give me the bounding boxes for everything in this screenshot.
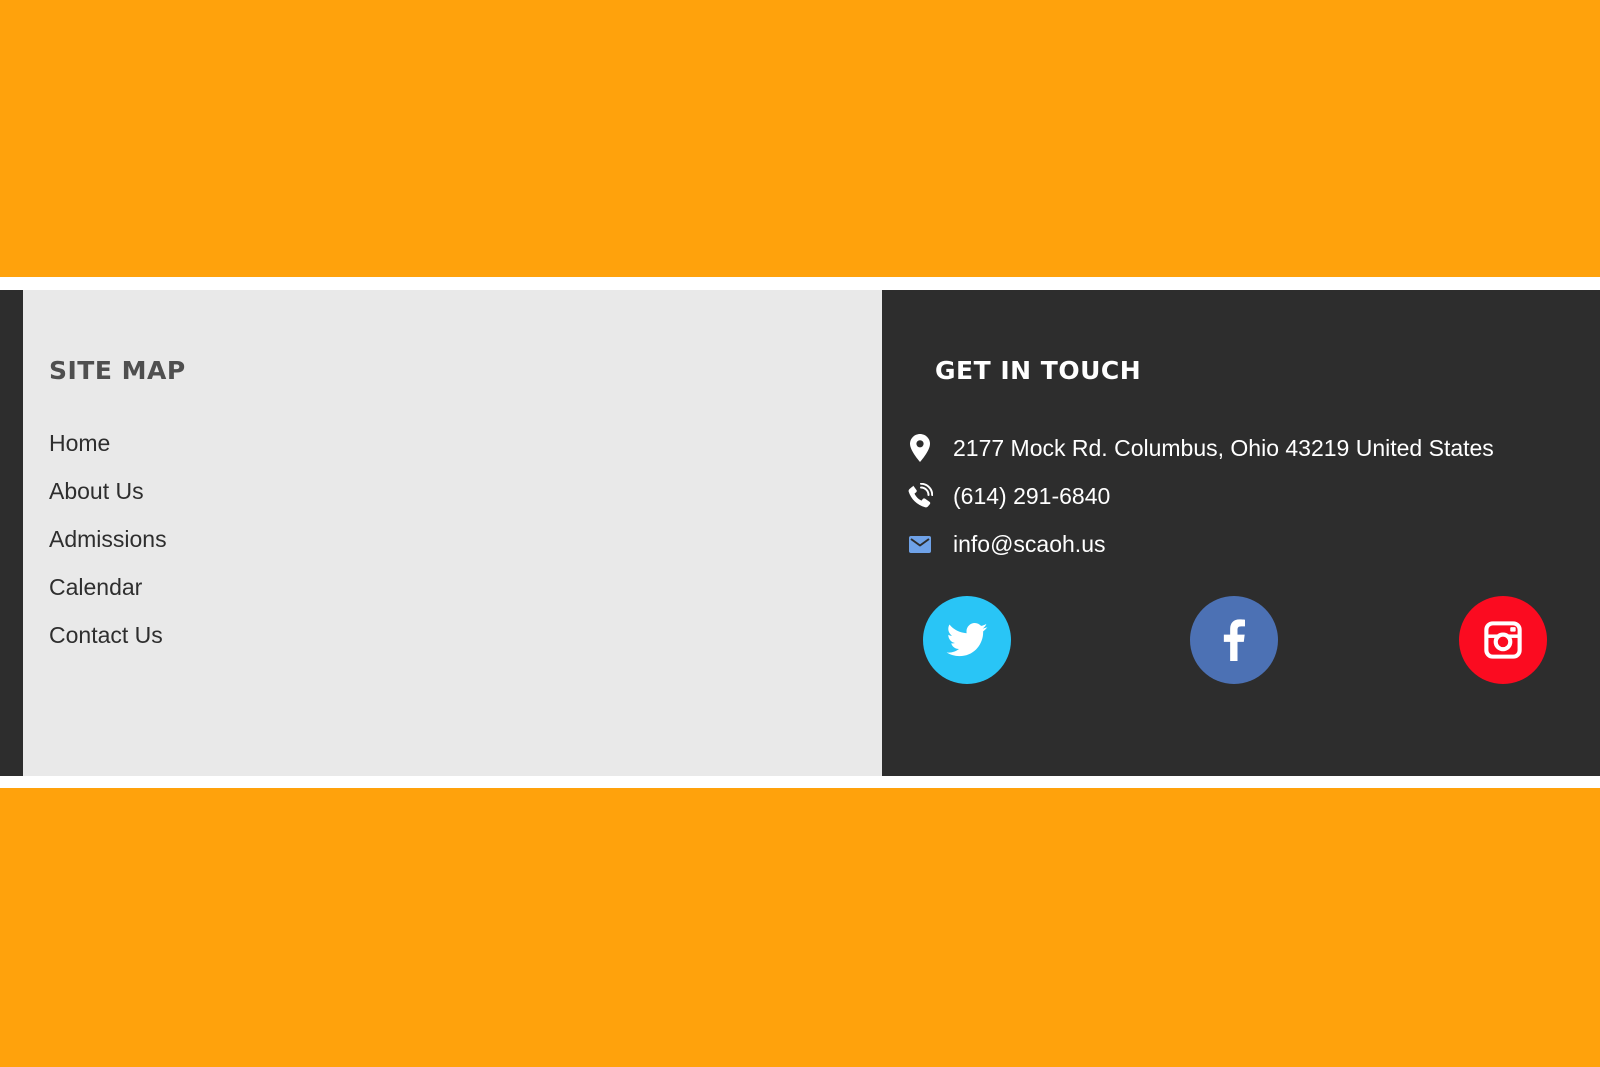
phone-icon <box>906 482 934 510</box>
get-in-touch-title: GET IN TOUCH <box>935 356 1142 385</box>
bottom-divider <box>0 776 1600 788</box>
site-map-list: Home About Us Admissions Calendar Contac… <box>49 428 167 668</box>
top-divider <box>0 277 1600 290</box>
email-row: info@scaoh.us <box>906 528 1106 560</box>
site-map-title: SITE MAP <box>49 356 186 385</box>
facebook-button[interactable] <box>1190 596 1278 684</box>
get-in-touch-panel: GET IN TOUCH 2177 Mock Rd. Columbus, Ohi… <box>882 290 1600 776</box>
site-map-link-about-us[interactable]: About Us <box>49 476 167 524</box>
phone-row: (614) 291-6840 <box>906 480 1110 512</box>
top-orange-band <box>0 0 1600 277</box>
phone-text[interactable]: (614) 291-6840 <box>953 483 1110 510</box>
map-pin-icon <box>906 434 934 462</box>
site-map-link-calendar[interactable]: Calendar <box>49 572 167 620</box>
site-map-panel: SITE MAP Home About Us Admissions Calend… <box>23 290 882 776</box>
address-row: 2177 Mock Rd. Columbus, Ohio 43219 Unite… <box>906 432 1494 464</box>
facebook-icon <box>1223 619 1245 661</box>
instagram-button[interactable] <box>1459 596 1547 684</box>
site-footer: SITE MAP Home About Us Admissions Calend… <box>0 290 1600 776</box>
address-text: 2177 Mock Rd. Columbus, Ohio 43219 Unite… <box>953 434 1494 461</box>
site-map-link-admissions[interactable]: Admissions <box>49 524 167 572</box>
twitter-button[interactable] <box>923 596 1011 684</box>
envelope-icon <box>906 530 934 558</box>
bottom-orange-band <box>0 788 1600 1067</box>
twitter-icon <box>946 623 988 657</box>
email-text[interactable]: info@scaoh.us <box>953 531 1106 558</box>
instagram-icon <box>1484 621 1522 659</box>
site-map-link-home[interactable]: Home <box>49 428 167 476</box>
site-map-link-contact-us[interactable]: Contact Us <box>49 620 167 668</box>
